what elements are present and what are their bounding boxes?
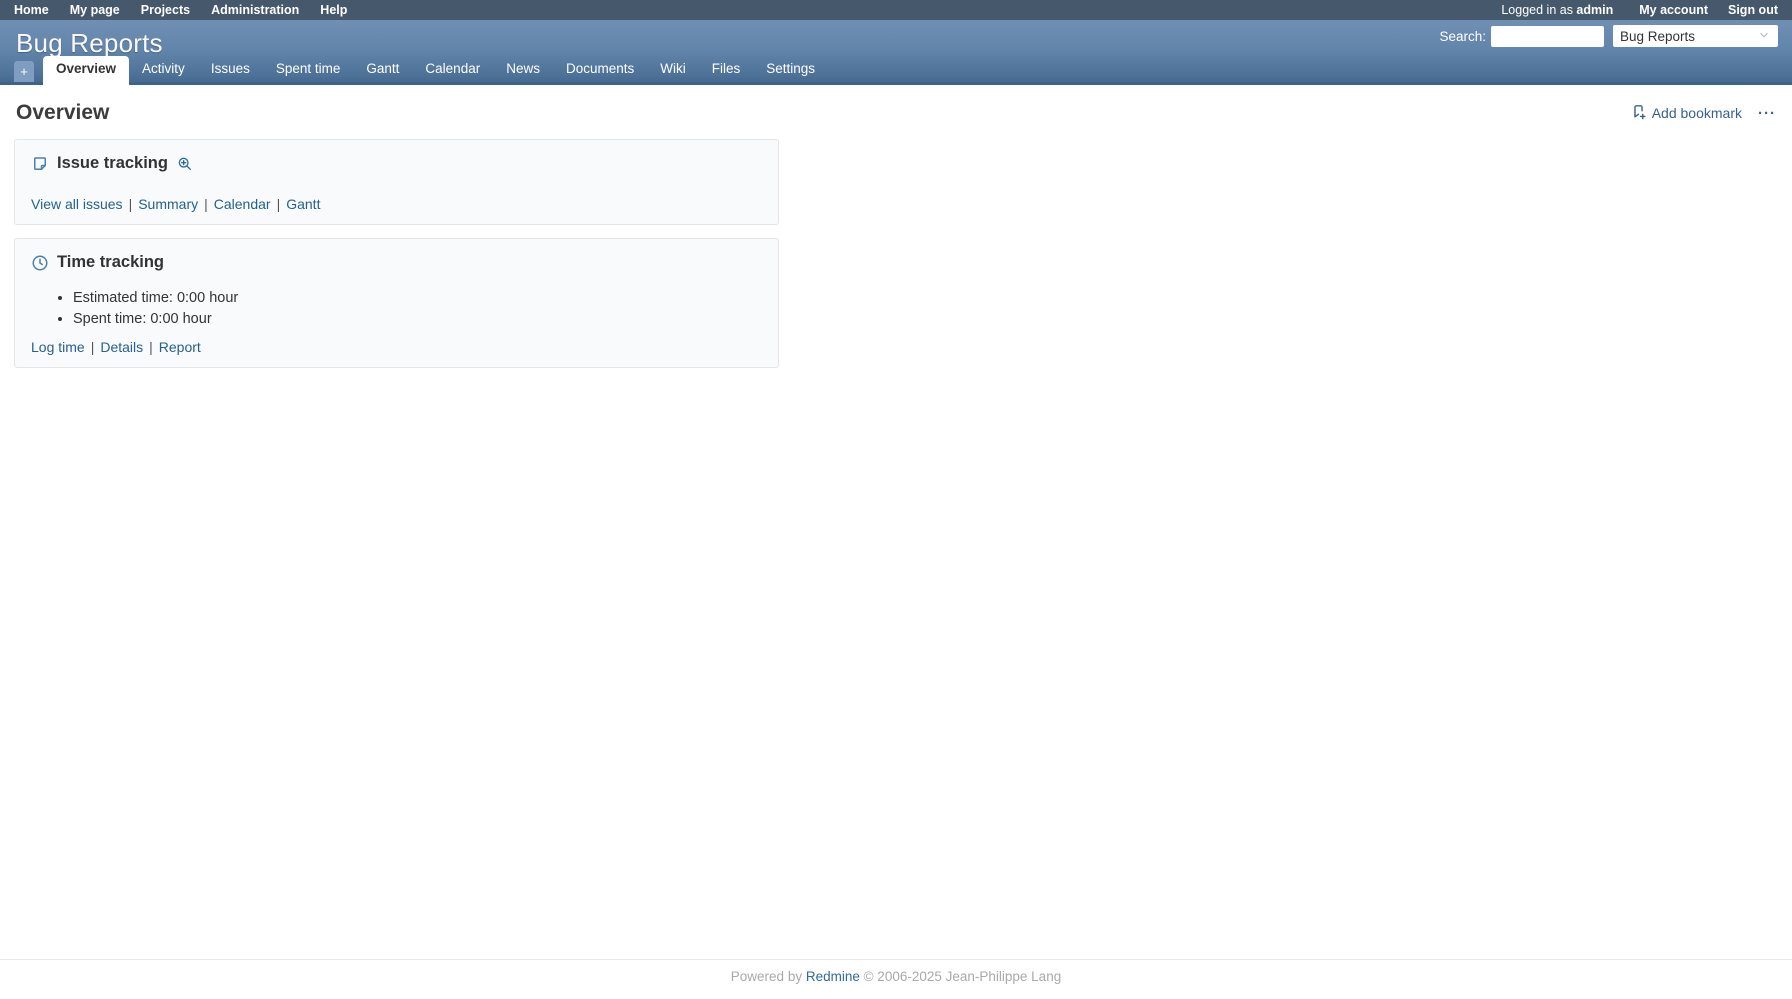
issue-tracking-links: View all issues | Summary | Calendar | Gantt [31,196,762,212]
redmine-link[interactable]: Redmine [806,969,860,984]
sign-out-link[interactable]: Sign out [1728,3,1778,17]
redmine-app: Home My page Projects Administration Hel… [0,0,1792,999]
issue-tracking-title-row: Issue tracking [31,154,762,173]
estimated-time-item: Estimated time: 0:00 hour [73,290,762,306]
log-time-link[interactable]: Log time [31,339,85,355]
clock-icon [31,254,49,272]
tab-calendar[interactable]: Calendar [412,56,493,82]
time-tracking-stats: Estimated time: 0:00 hour Spent time: 0:… [31,290,762,327]
note-icon [31,155,49,173]
logged-in-as: Logged in as admin [1501,3,1613,17]
tab-wiki[interactable]: Wiki [647,56,699,82]
project-jump-select[interactable]: Bug Reports [1613,25,1778,47]
issue-tracking-title: Issue tracking [57,154,168,173]
tab-overview[interactable]: Overview [43,56,129,85]
add-bookmark-label: Add bookmark [1652,105,1742,121]
menu-help[interactable]: Help [320,3,347,17]
menu-my-page[interactable]: My page [70,3,120,17]
menu-administration[interactable]: Administration [211,3,299,17]
spent-time-item: Spent time: 0:00 hour [73,311,762,327]
gantt-link[interactable]: Gantt [286,196,320,212]
tab-settings[interactable]: Settings [753,56,828,82]
separator: | [91,339,95,355]
separator: | [204,196,208,212]
view-all-issues-link[interactable]: View all issues [31,196,123,212]
contextual-actions: Add bookmark ··· [1630,103,1776,123]
separator: | [129,196,133,212]
more-actions-button[interactable]: ··· [1758,105,1776,122]
add-bookmark-button[interactable]: Add bookmark [1630,103,1742,123]
add-tab-button[interactable]: + [14,61,34,82]
calendar-link[interactable]: Calendar [214,196,271,212]
username: admin [1576,3,1613,17]
content: Overview Add bookmark ··· Issue tracking [0,85,1792,959]
menu-projects[interactable]: Projects [141,3,190,17]
project-jump-value: Bug Reports [1620,29,1695,44]
tab-gantt[interactable]: Gantt [353,56,412,82]
my-account-link[interactable]: My account [1639,3,1708,17]
search-input[interactable] [1491,26,1604,47]
search-label: Search: [1439,29,1486,44]
tab-news[interactable]: News [493,56,553,82]
tab-activity[interactable]: Activity [129,56,198,82]
time-tracking-title: Time tracking [57,253,164,272]
report-link[interactable]: Report [159,339,201,355]
details-link[interactable]: Details [100,339,143,355]
page-title: Overview [16,101,109,125]
top-menu-bar: Home My page Projects Administration Hel… [0,0,1792,20]
project-header: Bug Reports Search: Bug Reports + Overvi… [0,20,1792,85]
zoom-in-icon[interactable] [177,156,193,172]
menu-home[interactable]: Home [14,3,49,17]
separator: | [277,196,281,212]
tab-issues[interactable]: Issues [198,56,263,82]
logged-in-prefix: Logged in as [1501,3,1576,17]
time-tracking-title-row: Time tracking [31,253,762,272]
bookmark-plus-icon [1630,103,1647,123]
top-menu: Home My page Projects Administration Hel… [14,3,347,17]
summary-link[interactable]: Summary [138,196,198,212]
project-tabs: + Overview Activity Issues Spent time Ga… [0,59,1792,85]
powered-by-text: Powered by [731,969,806,984]
time-tracking-links: Log time | Details | Report [31,339,762,355]
copyright-text: © 2006-2025 Jean-Philippe Lang [860,969,1061,984]
chevron-down-icon [1757,28,1771,45]
time-tracking-box: Time tracking Estimated time: 0:00 hour … [14,238,779,368]
tab-files[interactable]: Files [699,56,754,82]
issue-tracking-box: Issue tracking View all issues | Summary | C… [14,139,779,225]
tab-documents[interactable]: Documents [553,56,647,82]
tab-spent-time[interactable]: Spent time [263,56,354,82]
page-footer: Powered by Redmine © 2006-2025 Jean-Phil… [0,959,1792,999]
account-menu: Logged in as admin My account Sign out [1501,3,1778,17]
separator: | [149,339,153,355]
page-head: Overview Add bookmark ··· [16,101,1776,125]
quick-search: Search: Bug Reports [1439,25,1778,47]
